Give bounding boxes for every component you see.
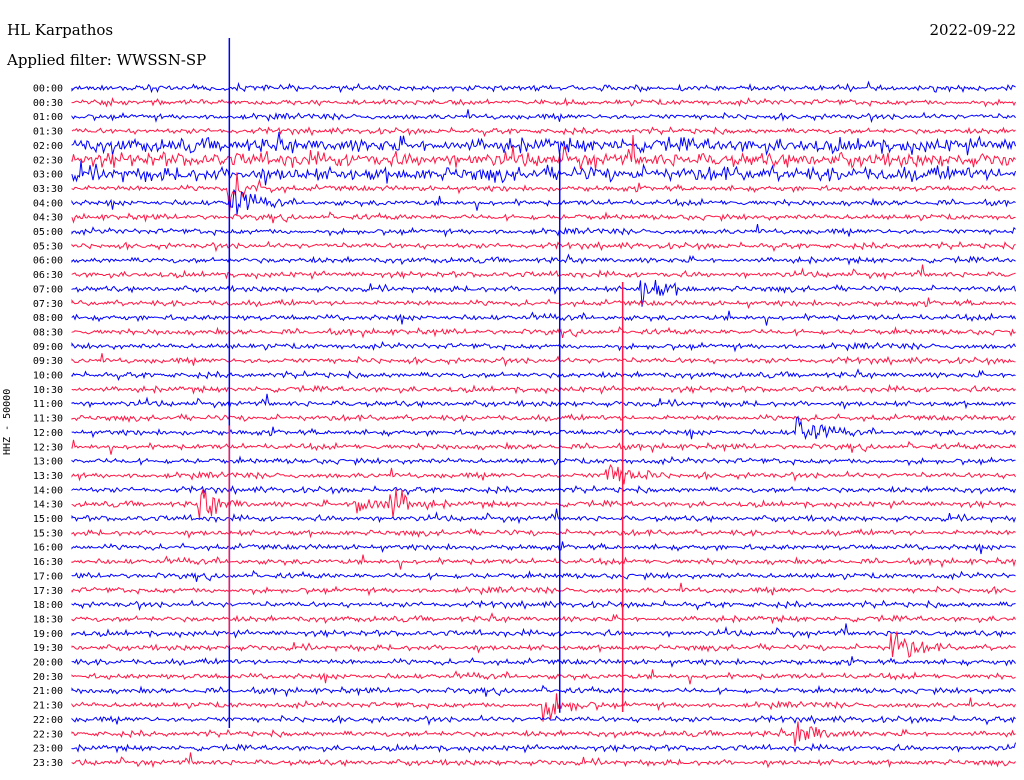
time-label: 18:00: [33, 600, 63, 611]
trace-line: [71, 484, 1016, 496]
time-label: 12:30: [33, 442, 63, 453]
time-label: 01:00: [33, 112, 63, 123]
time-label: 07:00: [33, 284, 63, 295]
time-label: 20:00: [33, 658, 63, 669]
trace-line: [71, 508, 1016, 525]
time-label: 02:30: [33, 155, 63, 166]
time-label: 09:30: [33, 356, 63, 367]
time-label: 08:00: [33, 313, 63, 324]
trace-line: [71, 160, 1016, 186]
time-label: 19:00: [33, 629, 63, 640]
trace-line: [71, 80, 1016, 94]
trace-line: [71, 264, 1016, 281]
time-label: 05:00: [33, 227, 63, 238]
time-label: 04:00: [33, 198, 63, 209]
time-label: 15:00: [33, 514, 63, 525]
time-label: 16:00: [33, 543, 63, 554]
time-label: 01:30: [33, 127, 63, 138]
trace-line: [71, 541, 1016, 555]
trace-line: [71, 131, 1016, 156]
trace-line: [71, 211, 1016, 224]
trace-line: [71, 393, 1016, 410]
time-label: 06:30: [33, 270, 63, 281]
time-label: 10:30: [33, 385, 63, 396]
trace-line: [71, 240, 1016, 253]
trace-line: [71, 353, 1016, 368]
trace-line: [71, 341, 1016, 353]
trace-line: [71, 224, 1016, 238]
trace-line: [71, 455, 1016, 467]
time-label: 23:00: [33, 744, 63, 755]
trace-line: [71, 297, 1016, 310]
trace-line: [71, 631, 1016, 658]
trace-line: [71, 599, 1016, 612]
time-label: 11:00: [33, 399, 63, 410]
time-label: 13:00: [33, 457, 63, 468]
time-label: 21:30: [33, 701, 63, 712]
trace-line: [71, 693, 1016, 722]
time-label: 07:30: [33, 299, 63, 310]
time-label: 17:30: [33, 586, 63, 597]
time-label: 16:30: [33, 557, 63, 568]
time-label: 20:30: [33, 672, 63, 683]
time-label: 13:30: [33, 471, 63, 482]
trace-line: [71, 439, 1016, 455]
trace-line: [71, 253, 1016, 266]
trace-line: [71, 368, 1016, 382]
trace-line: [71, 752, 1016, 769]
trace-line: [71, 623, 1016, 640]
time-label: 15:30: [33, 528, 63, 539]
trace-line: [71, 413, 1016, 424]
time-label: 17:00: [33, 571, 63, 582]
trace-line: [71, 310, 1016, 326]
time-label: 14:30: [33, 500, 63, 511]
trace-line: [71, 325, 1016, 339]
trace-line: [71, 126, 1016, 138]
time-label: 14:00: [33, 485, 63, 496]
time-label: 18:30: [33, 614, 63, 625]
time-label: 00:00: [33, 84, 63, 95]
trace-line: [71, 96, 1016, 108]
trace-line: [71, 134, 1016, 170]
time-label: 12:00: [33, 428, 63, 439]
time-label: 05:30: [33, 241, 63, 252]
time-label: 02:00: [33, 141, 63, 152]
time-label: 10:00: [33, 371, 63, 382]
time-label: 11:30: [33, 414, 63, 425]
trace-line: [71, 527, 1016, 539]
time-label: 06:00: [33, 256, 63, 267]
trace-line: [71, 463, 1016, 485]
seismogram-chart: 00:00 00:30 01:00 01:30 02:00 02:30 03:00 03:30…: [33, 38, 1016, 769]
time-label: 22:30: [33, 729, 63, 740]
time-label: 03:30: [33, 184, 63, 195]
trace-line: [71, 172, 1016, 213]
time-label: 08:30: [33, 327, 63, 338]
trace-line: [71, 383, 1016, 395]
trace-line: [71, 669, 1016, 685]
trace-line: [71, 742, 1016, 754]
trace-line: [71, 684, 1016, 698]
trace-line: [71, 554, 1016, 570]
trace-line: [71, 721, 1016, 746]
time-label: 09:00: [33, 342, 63, 353]
trace-line: [71, 415, 1016, 441]
trace-line: [71, 582, 1016, 597]
time-label: 19:30: [33, 643, 63, 654]
trace-line: [71, 569, 1016, 582]
trace-line: [71, 612, 1016, 625]
trace-line: [71, 656, 1016, 668]
time-label: 23:30: [33, 758, 63, 769]
time-label: 00:30: [33, 98, 63, 109]
trace-line: [71, 188, 1016, 215]
time-label: 22:00: [33, 715, 63, 726]
time-label: 21:00: [33, 686, 63, 697]
trace-line: [71, 488, 1016, 520]
time-label: 04:30: [33, 213, 63, 224]
trace-line: [71, 109, 1016, 124]
time-label: 03:00: [33, 170, 63, 181]
